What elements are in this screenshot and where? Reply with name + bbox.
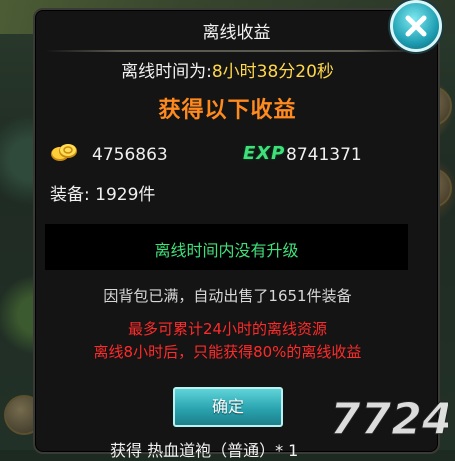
exp-icon: EXP xyxy=(243,143,286,164)
warning-line-1: 最多可累计24小时的离线资源 xyxy=(127,320,328,338)
offline-time-value: 8小时38分20秒 xyxy=(211,62,334,82)
equipment-row: 装备: 1929件 xyxy=(50,180,155,205)
gold-coin-icon xyxy=(51,144,77,161)
level-notice-box: 离线时间内没有升级 xyxy=(45,224,408,270)
auto-sold-text: 因背包已满，自动出售了1651件装备 xyxy=(103,287,352,305)
title-divider xyxy=(45,50,428,52)
level-notice-text: 离线时间内没有升级 xyxy=(154,241,299,260)
item-obtained-text: 获得 热血道袍（普通）* 1 xyxy=(110,441,299,460)
exp-value: 8741371 xyxy=(286,145,362,165)
dialog-title: 离线收益 xyxy=(202,23,271,43)
close-button[interactable] xyxy=(390,0,442,52)
warning-line-2: 离线8小时后，只能获得80%的离线收益 xyxy=(93,343,362,361)
svg-text:7724: 7724 xyxy=(330,394,448,442)
offline-time-label: 离线时间为: xyxy=(121,62,212,82)
offline-time-row: 离线时间为:8小时38分20秒 xyxy=(0,57,455,82)
equipment-label: 装备: xyxy=(50,185,90,205)
equipment-value: 1929件 xyxy=(95,185,156,205)
confirm-button[interactable]: 确定 xyxy=(173,387,283,427)
close-icon xyxy=(405,15,427,37)
gold-value: 4756863 xyxy=(92,145,168,165)
rewards-heading: 获得以下收益 xyxy=(158,98,297,123)
watermark-logo: 7724 xyxy=(330,394,448,443)
